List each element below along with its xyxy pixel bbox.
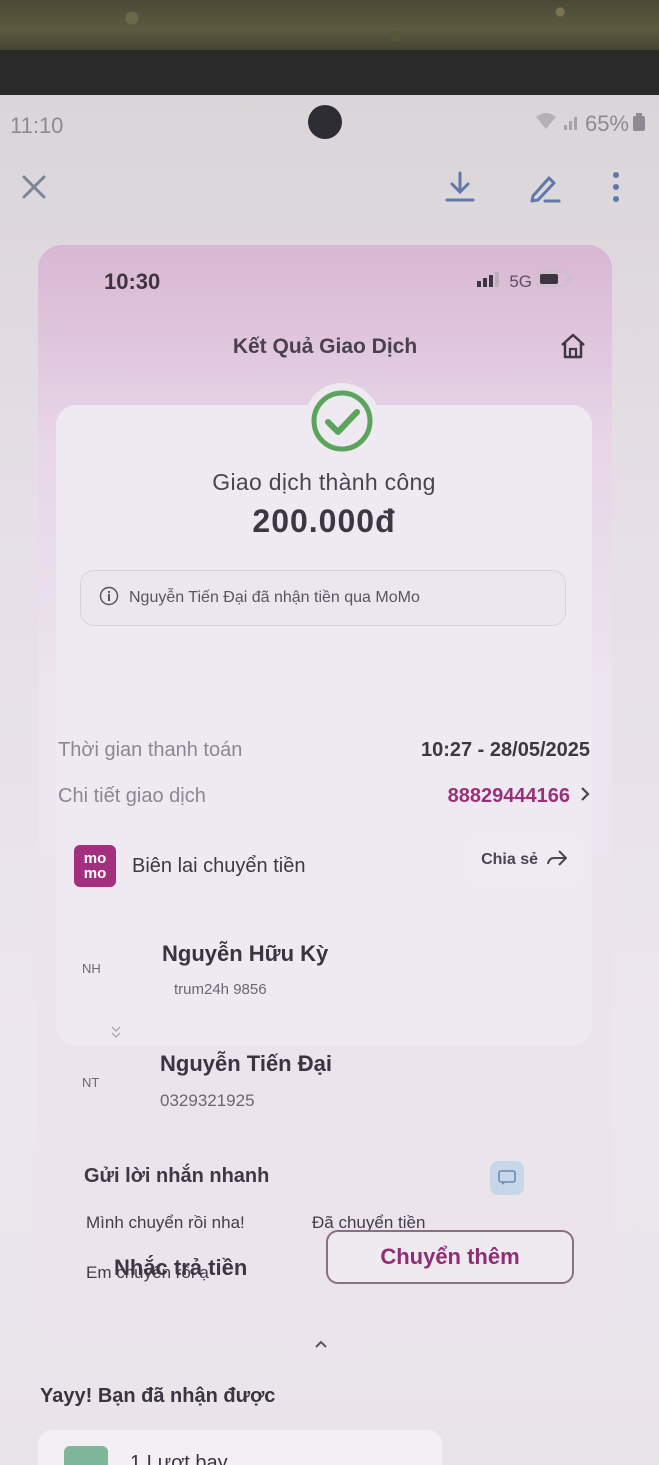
phone-screen: 11:10 65% 10:30 5G Kết Quả Giao Dịch Gia… bbox=[0, 95, 659, 1465]
sender-name: Nguyễn Hữu Kỳ bbox=[162, 941, 329, 966]
transfer-more-label: Chuyển thêm bbox=[380, 1244, 520, 1269]
transaction-amount: 200.000đ bbox=[252, 503, 396, 539]
network-type: 5G bbox=[509, 271, 532, 291]
receiver-name: Nguyễn Tiến Đại bbox=[160, 1051, 332, 1076]
chevron-down-icon bbox=[110, 1025, 122, 1042]
more-options-icon[interactable] bbox=[598, 169, 634, 205]
info-icon bbox=[99, 586, 119, 611]
signal-icon bbox=[563, 111, 581, 137]
close-icon[interactable] bbox=[16, 169, 52, 205]
logo-text-top: mo bbox=[83, 850, 107, 867]
app-indicators: 5G bbox=[477, 271, 572, 292]
app-status-bar: 10:30 5G bbox=[104, 269, 572, 299]
battery-icon bbox=[633, 111, 645, 137]
reward-thumbnail bbox=[64, 1446, 108, 1465]
quick-message-chip[interactable]: Mình chuyển rồi nha! bbox=[74, 1205, 257, 1241]
transaction-screenshot-card: 10:30 5G Kết Quả Giao Dịch Giao dịch thà… bbox=[38, 245, 612, 1361]
system-time: 11:10 bbox=[10, 113, 64, 138]
notice-text: Nguyễn Tiến Đại đã nhận tiền qua MoMo bbox=[129, 589, 420, 606]
cell-signal-icon bbox=[477, 271, 503, 292]
app-battery-icon bbox=[537, 271, 572, 292]
chevron-up-icon bbox=[314, 1333, 328, 1354]
rewards-heading: Yayy! Bạn đã nhận được bbox=[40, 1385, 276, 1407]
success-check-icon bbox=[304, 383, 380, 459]
logo-text-bottom: mo bbox=[83, 865, 107, 882]
receipt-header: mo mo Biên lai chuyển tiền Chia sẻ bbox=[74, 839, 582, 893]
receiver-avatar: NT bbox=[82, 1075, 100, 1090]
share-label: Chia sẻ bbox=[481, 851, 538, 868]
momo-logo: mo mo bbox=[74, 845, 116, 887]
collapse-handle[interactable] bbox=[283, 1325, 359, 1361]
sender-avatar: NH bbox=[82, 961, 101, 976]
receiver-phone: 0329321925 bbox=[160, 1091, 255, 1110]
payment-time-label: Thời gian thanh toán bbox=[58, 739, 243, 761]
system-indicators: 65% bbox=[533, 111, 645, 137]
message-icon[interactable] bbox=[490, 1161, 524, 1195]
page-title: Kết Quả Giao Dịch bbox=[232, 335, 418, 358]
chevron-right-icon bbox=[580, 785, 590, 808]
share-button[interactable]: Chia sẻ bbox=[467, 839, 582, 881]
payment-time-value: 10:27 - 28/05/2025 bbox=[420, 739, 590, 761]
receipt-notice: Nguyễn Tiến Đại đã nhận tiền qua MoMo bbox=[80, 570, 566, 626]
receiver-block: NT Nguyễn Tiến Đại 0329321925 bbox=[70, 1045, 572, 1115]
download-icon[interactable] bbox=[442, 169, 478, 205]
sender-account: trum24h 9856 bbox=[174, 981, 267, 998]
transaction-status: Giao dịch thành công bbox=[212, 469, 436, 495]
receipt-title: Biên lai chuyển tiền bbox=[132, 855, 306, 877]
transaction-id: 88829444166 bbox=[447, 785, 570, 807]
sender-block: NH Nguyễn Hữu Kỳ trum24h 9856 bbox=[70, 935, 572, 1005]
transaction-id-link[interactable]: 88829444166 bbox=[448, 785, 590, 808]
phone-bezel bbox=[0, 50, 659, 98]
quick-message-title: Gửi lời nhắn nhanh bbox=[84, 1165, 270, 1187]
transfer-more-button[interactable]: Chuyển thêm bbox=[326, 1230, 574, 1284]
transaction-detail-label: Chi tiết giao dịch bbox=[58, 785, 206, 807]
app-time: 10:30 bbox=[104, 269, 161, 294]
reward-text: 1 Lượt bay bbox=[130, 1452, 228, 1465]
reward-item[interactable]: 1 Lượt bay bbox=[38, 1430, 442, 1465]
battery-percent: 65% bbox=[584, 111, 629, 136]
edit-icon[interactable] bbox=[526, 169, 562, 205]
remind-payment-button[interactable]: Nhắc trả tiền bbox=[114, 1255, 247, 1281]
home-icon[interactable] bbox=[558, 331, 590, 363]
share-arrow-icon bbox=[546, 849, 568, 872]
wifi-icon bbox=[533, 111, 559, 137]
image-viewer-toolbar bbox=[0, 165, 659, 209]
front-camera bbox=[308, 105, 342, 139]
